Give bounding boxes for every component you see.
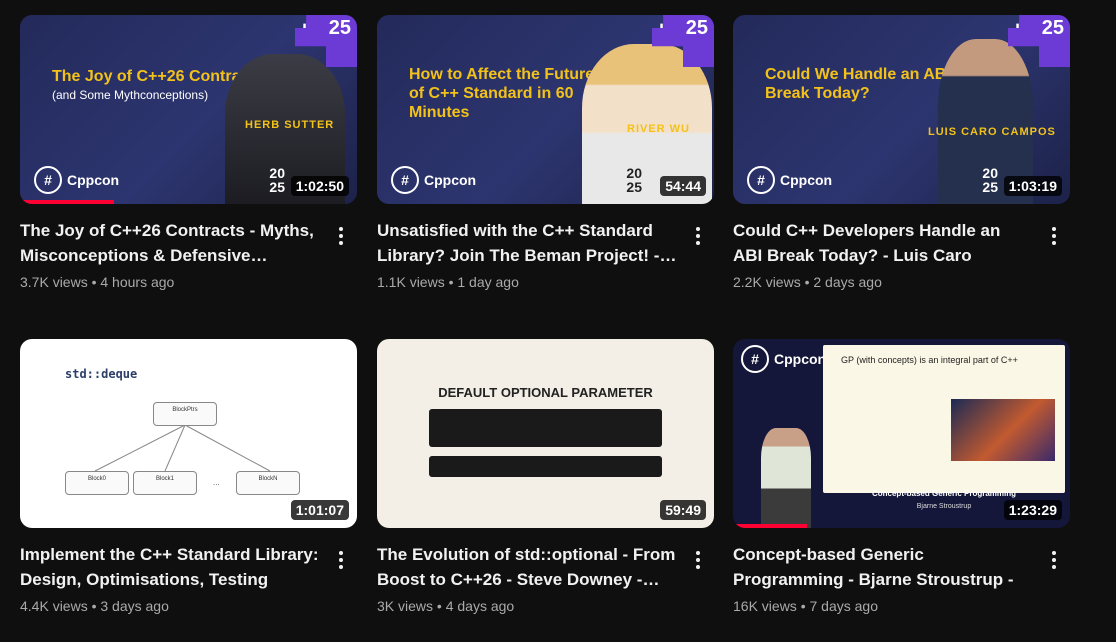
watch-progress-bar bbox=[733, 524, 808, 528]
video-title[interactable]: Unsatisfied with the C++ Standard Librar… bbox=[377, 218, 677, 268]
video-thumbnail[interactable]: DEFAULT OPTIONAL PARAMETER 59:49 bbox=[377, 339, 714, 528]
video-thumbnail[interactable]: std::deque BlockPtrs Block0 Block1 ... B… bbox=[20, 339, 357, 528]
more-options-icon[interactable] bbox=[329, 548, 353, 572]
video-stats: 2.2K views • 2 days ago bbox=[733, 274, 882, 290]
speaker-name: LUIS CARO CAMPOS bbox=[928, 126, 1056, 138]
duration-badge: 1:01:07 bbox=[290, 500, 349, 520]
video-card[interactable]: The Joy of C++26 Contracts (and Some Myt… bbox=[20, 15, 357, 290]
watch-progress-bar bbox=[20, 200, 115, 204]
more-options-icon[interactable] bbox=[1042, 224, 1066, 248]
speaker-name: HERB SUTTER bbox=[245, 119, 335, 131]
cppcon-logo-icon: # bbox=[747, 166, 775, 194]
video-stats: 16K views • 7 days ago bbox=[733, 598, 878, 614]
more-options-icon[interactable] bbox=[686, 224, 710, 248]
thumbnail-title: Could We Handle an ABI Break Today? bbox=[765, 66, 951, 102]
cppcon-logo: # Cppcon bbox=[741, 345, 826, 373]
video-thumbnail[interactable]: Could We Handle an ABI Break Today? LUIS… bbox=[733, 15, 1070, 204]
video-card[interactable]: std::deque BlockPtrs Block0 Block1 ... B… bbox=[20, 339, 357, 614]
cppcon-logo: # Cppcon bbox=[747, 166, 832, 194]
year-label: 20 25 bbox=[269, 165, 285, 195]
cppcon-logo-icon: # bbox=[34, 166, 62, 194]
cppcon-logo-icon: # bbox=[391, 166, 419, 194]
video-stats: 1.1K views • 1 day ago bbox=[377, 274, 519, 290]
video-thumbnail[interactable]: # Cppcon GP (with concepts) is an integr… bbox=[733, 339, 1070, 528]
thumbnail-title: How to Affect the Future of C++ Standard… bbox=[409, 66, 595, 121]
cppcon-logo: # Cppcon bbox=[34, 166, 119, 194]
video-title[interactable]: Implement the C++ Standard Library: Desi… bbox=[20, 542, 320, 592]
diagram-ellipsis: ... bbox=[213, 478, 220, 487]
more-options-icon[interactable] bbox=[329, 224, 353, 248]
duration-badge: 54:44 bbox=[660, 176, 706, 196]
duration-badge: 1:03:19 bbox=[1003, 176, 1062, 196]
video-card[interactable]: How to Affect the Future of C++ Standard… bbox=[377, 15, 714, 290]
video-title[interactable]: The Joy of C++26 Contracts - Myths, Misc… bbox=[20, 218, 320, 268]
slide-image bbox=[951, 399, 1055, 461]
diagram-node: Block1 bbox=[133, 471, 197, 495]
video-title[interactable]: The Evolution of std::optional - From Bo… bbox=[377, 542, 677, 592]
video-title[interactable]: Could C++ Developers Handle an ABI Break… bbox=[733, 218, 1033, 268]
cppcon-logo-icon: # bbox=[741, 345, 769, 373]
speaker-photo bbox=[761, 428, 811, 528]
thumbnail-title: DEFAULT OPTIONAL PARAMETER bbox=[438, 385, 653, 400]
year-label: 20 25 bbox=[982, 165, 998, 195]
diagram-node: BlockN bbox=[236, 471, 300, 495]
code-block bbox=[429, 456, 662, 477]
video-thumbnail[interactable]: How to Affect the Future of C++ Standard… bbox=[377, 15, 714, 204]
diagram-node: Block0 bbox=[65, 471, 129, 495]
speaker-name: RIVER WU bbox=[627, 123, 690, 135]
video-stats: 4.4K views • 3 days ago bbox=[20, 598, 169, 614]
video-thumbnail[interactable]: The Joy of C++26 Contracts (and Some Myt… bbox=[20, 15, 357, 204]
diagram-node: BlockPtrs bbox=[153, 402, 217, 426]
video-stats: 3K views • 4 days ago bbox=[377, 598, 515, 614]
duration-badge: 1:02:50 bbox=[290, 176, 349, 196]
more-options-icon[interactable] bbox=[686, 548, 710, 572]
video-title[interactable]: Concept-based Generic Programming - Bjar… bbox=[733, 542, 1033, 592]
cppcon-logo: # Cppcon bbox=[391, 166, 476, 194]
video-card[interactable]: # Cppcon GP (with concepts) is an integr… bbox=[733, 339, 1070, 614]
presentation-slide: GP (with concepts) is an integral part o… bbox=[823, 345, 1065, 493]
code-block bbox=[429, 409, 662, 447]
year-label: 20 25 bbox=[626, 165, 642, 195]
video-stats: 3.7K views • 4 hours ago bbox=[20, 274, 175, 290]
more-options-icon[interactable] bbox=[1042, 548, 1066, 572]
slide-title: GP (with concepts) is an integral part o… bbox=[841, 355, 1018, 365]
duration-badge: 1:23:29 bbox=[1003, 500, 1062, 520]
duration-badge: 59:49 bbox=[660, 500, 706, 520]
video-card[interactable]: DEFAULT OPTIONAL PARAMETER 59:49 The Evo… bbox=[377, 339, 714, 614]
video-card[interactable]: Could We Handle an ABI Break Today? LUIS… bbox=[733, 15, 1070, 290]
slide-footer: Concept-based Generic Programming bbox=[871, 489, 1017, 498]
